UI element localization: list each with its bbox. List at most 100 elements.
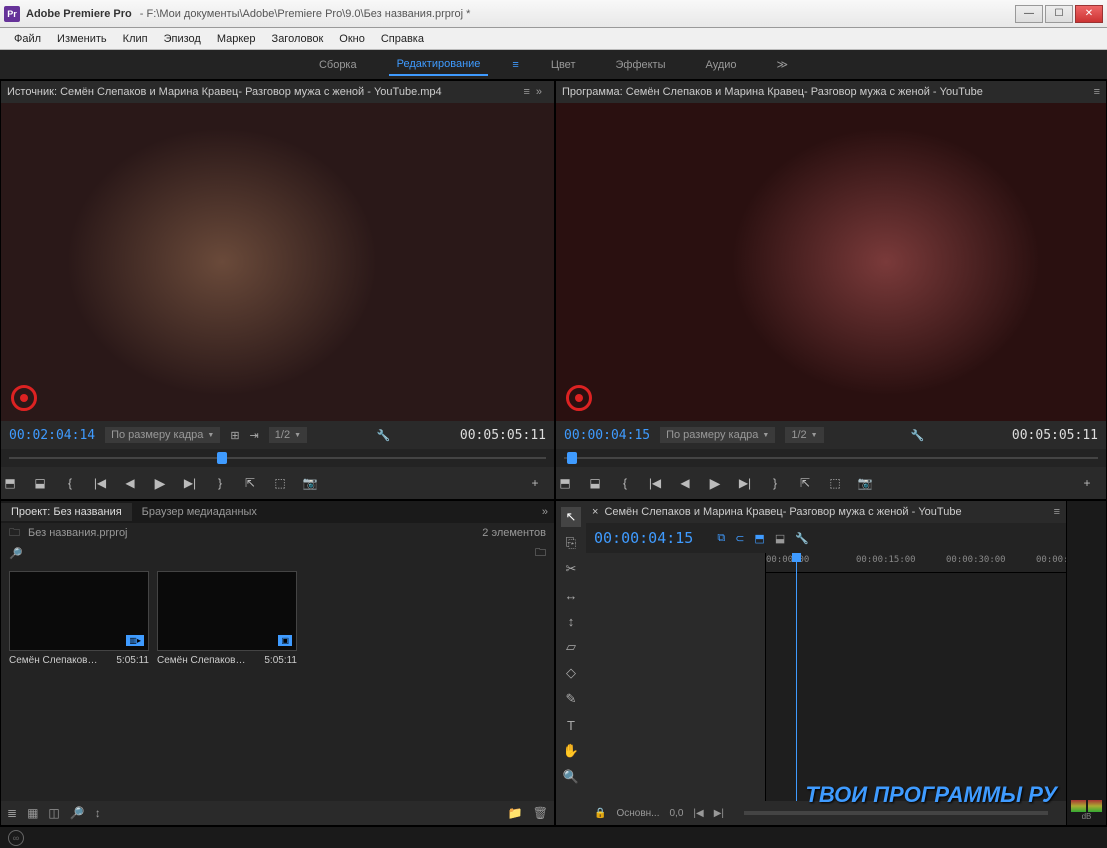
transport-btn-10[interactable]: 📷 <box>301 474 319 492</box>
nav-next-icon[interactable]: ▶| <box>714 808 724 819</box>
tool-2[interactable]: ✂ <box>561 559 581 579</box>
transport-btn-2[interactable]: { <box>61 474 79 492</box>
view-mode-icon[interactable]: 🔎 <box>70 806 85 820</box>
tool-1[interactable]: ⎘ <box>561 533 581 553</box>
tab-overflow-icon[interactable]: » <box>530 86 548 98</box>
bin-thumbnail[interactable]: ▥▸ <box>9 571 149 651</box>
wrench-icon[interactable]: 🔧 <box>911 429 925 442</box>
menu-справка[interactable]: Справка <box>373 31 432 47</box>
transport-btn-3[interactable]: |◀ <box>91 474 109 492</box>
program-video[interactable] <box>556 103 1106 421</box>
marker-icon[interactable]: ⇥ <box>250 429 259 442</box>
bin-item[interactable]: ▥▸Семён Слепаков и...5:05:11 <box>9 571 149 670</box>
playhead[interactable] <box>796 553 797 801</box>
transport-btn-9[interactable]: ⬚ <box>271 474 289 492</box>
tool-3[interactable]: ↔ <box>561 585 581 605</box>
project-action-icon[interactable]: 🗑 <box>533 806 548 820</box>
tool-9[interactable]: ✋ <box>561 741 581 761</box>
source-video[interactable] <box>1 103 554 421</box>
zoom-slider[interactable] <box>744 811 1048 815</box>
bin-thumbnail[interactable]: ▣ <box>157 571 297 651</box>
transport-btn-9[interactable]: ⬚ <box>826 474 844 492</box>
panel-menu-icon[interactable]: ≡ <box>1094 86 1100 98</box>
transport-btn-10[interactable]: 📷 <box>856 474 874 492</box>
track-content[interactable]: 00:00:0000:00:15:0000:00:30:0000:00:45:0… <box>766 553 1066 801</box>
transport-btn-4[interactable]: ◀ <box>676 474 694 492</box>
grid-icon[interactable]: ⊞ <box>230 429 239 442</box>
transport-btn-1[interactable]: ⬓ <box>586 474 604 492</box>
menu-изменить[interactable]: Изменить <box>49 31 115 47</box>
scrubber-handle[interactable] <box>217 452 227 464</box>
program-timecode-in[interactable]: 00:00:04:15 <box>564 428 650 443</box>
tool-5[interactable]: ▱ <box>561 637 581 657</box>
workspace-tab[interactable]: Аудио <box>698 55 745 75</box>
project-action-icon[interactable]: 📁 <box>508 806 523 820</box>
transport-btn-7[interactable]: } <box>766 474 784 492</box>
transport-btn-5[interactable]: ▶ <box>151 474 169 492</box>
zoom-dropdown[interactable]: 1/2 <box>269 427 307 443</box>
zoom-dropdown[interactable]: 1/2 <box>785 427 823 443</box>
scrubber-handle[interactable] <box>567 452 577 464</box>
menu-клип[interactable]: Клип <box>115 31 156 47</box>
close-sequence-icon[interactable]: × <box>592 506 598 518</box>
view-mode-icon[interactable]: ↕ <box>95 806 101 820</box>
lock-icon[interactable]: 🔒 <box>594 808 606 819</box>
workspace-tab[interactable]: Эффекты <box>607 55 673 75</box>
tool-10[interactable]: 🔍 <box>561 767 581 787</box>
menu-маркер[interactable]: Маркер <box>209 31 264 47</box>
transport-btn-6[interactable]: ▶| <box>181 474 199 492</box>
search-icon[interactable]: 🔎 <box>9 547 23 560</box>
fit-dropdown[interactable]: По размеру кадра <box>660 427 775 443</box>
view-mode-icon[interactable]: ▦ <box>27 806 38 820</box>
creative-cloud-icon[interactable]: ∞ <box>8 830 24 846</box>
timeline-timecode[interactable]: 00:00:04:15 <box>594 529 693 547</box>
maximize-button[interactable]: ☐ <box>1045 5 1073 23</box>
bin-icon[interactable]: 🗀 <box>9 524 20 543</box>
menu-файл[interactable]: Файл <box>6 31 49 47</box>
link-icon[interactable]: ⊂ <box>735 532 744 545</box>
menu-окно[interactable]: Окно <box>331 31 373 47</box>
tool-8[interactable]: T <box>561 715 581 735</box>
tab-overflow-icon[interactable]: » <box>536 506 554 518</box>
wrench-icon[interactable]: 🔧 <box>377 429 391 442</box>
view-mode-icon[interactable]: ◫ <box>48 806 59 820</box>
transport-btn-1[interactable]: ⬓ <box>31 474 49 492</box>
transport-btn-0[interactable]: ⬒ <box>556 474 574 492</box>
transport-btn-6[interactable]: ▶| <box>736 474 754 492</box>
transport-btn-2[interactable]: { <box>616 474 634 492</box>
transport-btn-7[interactable]: } <box>211 474 229 492</box>
minimize-button[interactable]: — <box>1015 5 1043 23</box>
wrench-icon[interactable]: 🔧 <box>795 532 809 545</box>
add-button[interactable]: + <box>1078 474 1096 492</box>
transport-btn-8[interactable]: ⇱ <box>241 474 259 492</box>
transport-btn-5[interactable]: ▶ <box>706 474 724 492</box>
transport-btn-0[interactable]: ⬒ <box>1 474 19 492</box>
panel-menu-icon[interactable]: ≡ <box>1054 506 1060 518</box>
workspace-tab[interactable]: Сборка <box>311 55 365 75</box>
workspace-tab[interactable]: Редактирование <box>389 54 489 76</box>
filter-icon[interactable]: 🗀 <box>535 544 546 563</box>
view-mode-icon[interactable]: ≣ <box>7 806 17 820</box>
bin-item[interactable]: ▣Семён Слепаков и...5:05:11 <box>157 571 297 670</box>
panel-tab[interactable]: Проект: Без названия <box>1 503 132 521</box>
snap-icon[interactable]: ⧉ <box>717 532 725 545</box>
nav-prev-icon[interactable]: |◀ <box>693 808 703 819</box>
workspace-more-icon[interactable]: ≫ <box>769 54 797 75</box>
source-timecode-in[interactable]: 00:02:04:14 <box>9 428 95 443</box>
add-button[interactable]: + <box>526 474 544 492</box>
close-button[interactable]: ✕ <box>1075 5 1103 23</box>
workspace-menu-icon[interactable]: ≡ <box>512 59 518 71</box>
menu-эпизод[interactable]: Эпизод <box>156 31 209 47</box>
tool-6[interactable]: ◇ <box>561 663 581 683</box>
tool-0[interactable]: ↖ <box>561 507 581 527</box>
tool-7[interactable]: ✎ <box>561 689 581 709</box>
fit-dropdown[interactable]: По размеру кадра <box>105 427 220 443</box>
menu-заголовок[interactable]: Заголовок <box>264 31 332 47</box>
program-scrubber[interactable] <box>556 449 1106 467</box>
source-scrubber[interactable] <box>1 449 554 467</box>
footer-value[interactable]: 0,0 <box>670 808 684 819</box>
transport-btn-8[interactable]: ⇱ <box>796 474 814 492</box>
transport-btn-4[interactable]: ◀ <box>121 474 139 492</box>
timeline-ruler[interactable]: 00:00:0000:00:15:0000:00:30:0000:00:45:0… <box>766 553 1066 573</box>
settings-icon[interactable]: ⬓ <box>775 532 785 545</box>
